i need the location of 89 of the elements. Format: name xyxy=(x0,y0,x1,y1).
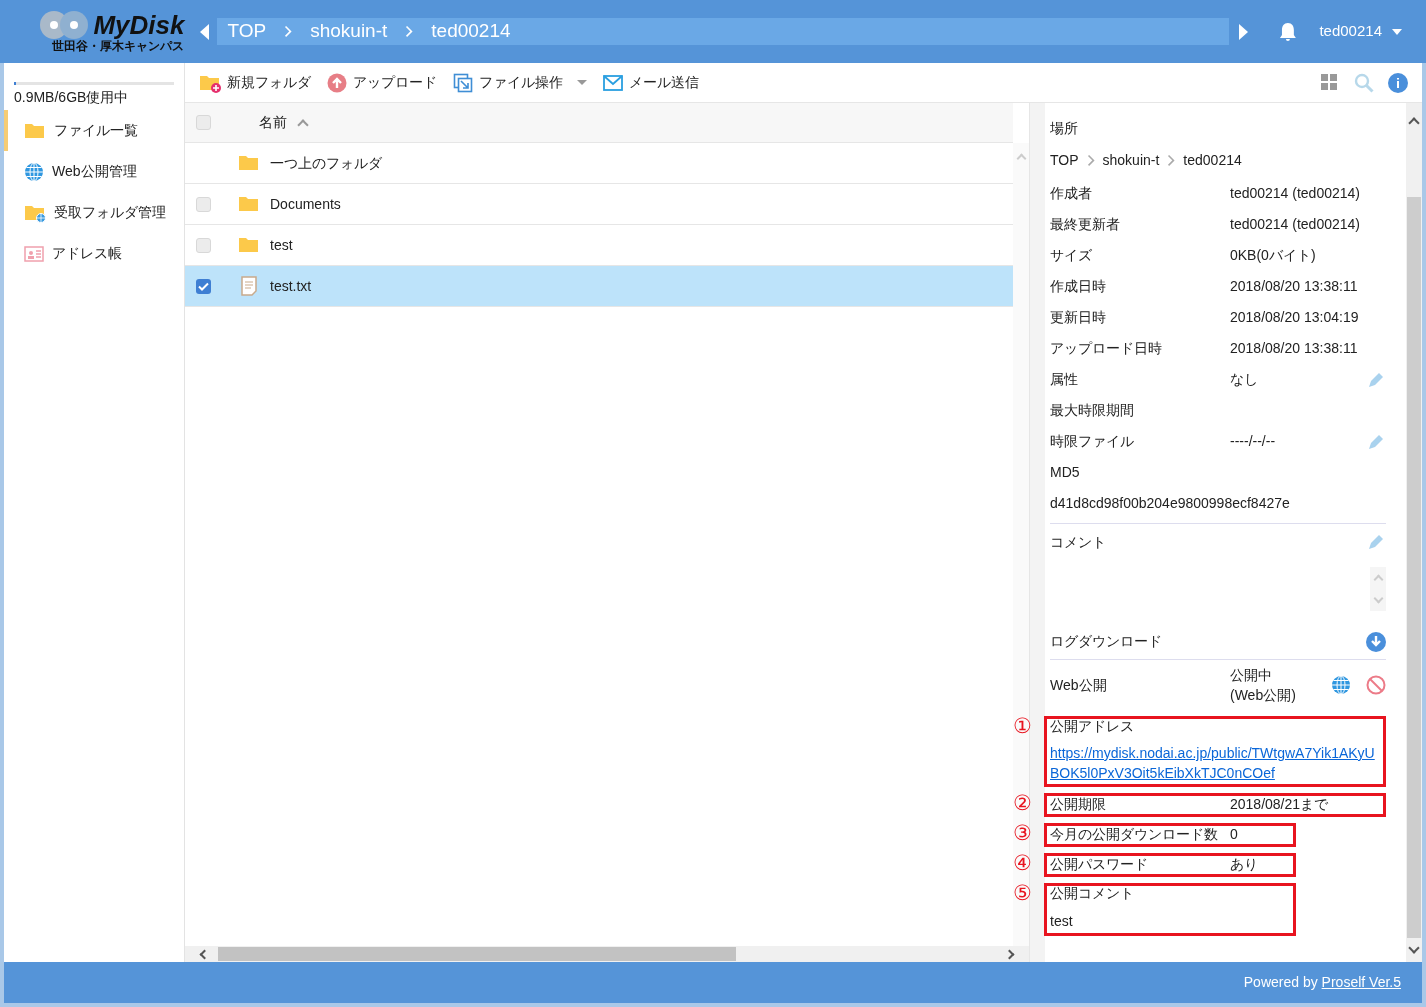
detail-label: ログダウンロード xyxy=(1050,632,1162,651)
location-link[interactable]: ted00214 xyxy=(1183,150,1242,171)
chevron-icon xyxy=(405,25,414,38)
toolbar-button[interactable]: アップロード xyxy=(327,72,437,93)
contact-card-icon xyxy=(24,245,44,262)
logo-subtitle: 世田谷・厚木キャンパス xyxy=(52,40,185,53)
detail-value: 2018/08/21まで xyxy=(1230,795,1329,814)
detail-label: 最終更新者 xyxy=(1050,215,1121,234)
caret-icon xyxy=(577,80,587,85)
toolbar-button[interactable]: ファイル操作 xyxy=(453,72,587,93)
detail-value: 2018/08/20 13:38:11 xyxy=(1230,339,1358,358)
circled-number: ② xyxy=(1013,792,1032,813)
detail-value: 2018/08/20 13:04:19 xyxy=(1230,308,1359,327)
pencil-icon[interactable] xyxy=(1366,532,1386,552)
detail-value: ----/--/-- xyxy=(1230,432,1276,451)
bell-icon[interactable] xyxy=(1277,21,1298,42)
folder-icon xyxy=(238,235,260,255)
sidebar-item[interactable]: Web公開管理 xyxy=(4,151,184,192)
file-name[interactable]: test xyxy=(270,234,293,256)
detail-label: 公開コメント xyxy=(1050,886,1135,900)
detail-label: アップロード日時 xyxy=(1050,339,1163,358)
circled-number: ① xyxy=(1013,715,1032,736)
folder-icon xyxy=(238,194,260,214)
detail-label: MD5 xyxy=(1050,463,1081,482)
text-file-icon xyxy=(240,276,258,296)
chevron-icon xyxy=(1086,154,1095,167)
md5-hash: d41d8cd98f00b204e9800998ecf8427e xyxy=(1050,494,1291,513)
detail-label: 属性 xyxy=(1050,370,1079,389)
comment-scroll-control[interactable] xyxy=(1370,567,1386,611)
circled-number: ④ xyxy=(1013,852,1032,873)
detail-value: test xyxy=(1050,912,1074,931)
circled-number: ③ xyxy=(1013,822,1032,843)
file-operation-icon xyxy=(453,72,473,93)
circled-number: ⑤ xyxy=(1013,882,1032,903)
scrollbar[interactable] xyxy=(1013,143,1029,946)
detail-label: コメント xyxy=(1050,532,1106,552)
checkbox[interactable] xyxy=(196,196,211,212)
detail-value: ted00214 (ted00214) xyxy=(1230,184,1360,203)
location-link[interactable]: shokuin-t xyxy=(1102,150,1160,171)
chevron-icon xyxy=(284,25,293,38)
detail-label: 時限ファイル xyxy=(1050,432,1135,451)
detail-value: ted00214 (ted00214) xyxy=(1230,215,1360,234)
search-icon[interactable] xyxy=(1354,72,1374,93)
detail-label: 公開パスワード xyxy=(1050,855,1149,874)
detail-label: 作成日時 xyxy=(1050,277,1107,296)
chevron-icon xyxy=(1167,154,1176,167)
location-link[interactable]: TOP xyxy=(1050,150,1079,171)
detail-label: サイズ xyxy=(1050,246,1093,265)
checkbox[interactable] xyxy=(196,115,211,130)
detail-label: 最大時限期間 xyxy=(1050,401,1135,420)
detail-value: 0 xyxy=(1230,825,1238,844)
detail-label: 今月の公開ダウンロード数 xyxy=(1050,825,1219,844)
detail-label: 作成者 xyxy=(1050,184,1093,203)
checkbox[interactable] xyxy=(196,278,211,294)
column-header[interactable]: 名前 xyxy=(259,112,287,133)
toolbar-button[interactable]: メール送信 xyxy=(603,72,699,93)
folder-icon xyxy=(238,153,260,173)
file-name[interactable]: 一つ上のフォルダ xyxy=(270,152,382,174)
logo-title: MyDisk xyxy=(93,12,185,38)
checkbox[interactable] xyxy=(196,237,211,253)
detail-label: Web公開 xyxy=(1050,675,1108,695)
detail-label: 公開アドレス xyxy=(1050,719,1135,736)
toolbar-button[interactable]: 新規フォルダ xyxy=(199,72,311,93)
globe-icon xyxy=(1331,675,1351,695)
forward-arrow-icon[interactable] xyxy=(1238,23,1248,40)
public-url-link[interactable]: https://mydisk.nodai.ac.jp/public/TWtgwA7Yik1AKyUBOK5l0PxV3Oit5kEibXkTJC0nCOef xyxy=(1050,743,1383,783)
detail-label: 更新日時 xyxy=(1050,308,1107,327)
detail-value: あり xyxy=(1230,855,1258,874)
detail-value: 公開中 (Web公開) xyxy=(1230,666,1296,705)
mail-icon xyxy=(603,74,623,91)
stop-icon[interactable] xyxy=(1366,675,1386,695)
footer-text: Powered by xyxy=(1243,973,1319,992)
detail-value: なし xyxy=(1230,370,1258,389)
usage-text: 0.9MB/6GB使用中 xyxy=(14,88,130,107)
detail-label: 公開期限 xyxy=(1050,795,1107,814)
detail-label: 場所 xyxy=(1050,118,1079,138)
sidebar-item[interactable]: 受取フォルダ管理 xyxy=(4,192,184,233)
sidebar-item[interactable]: アドレス帳 xyxy=(4,233,184,274)
detail-value: 0KB(0バイト) xyxy=(1230,246,1316,265)
globe-icon xyxy=(24,161,44,182)
download-icon[interactable] xyxy=(1366,631,1386,652)
grid-view-icon[interactable] xyxy=(1321,74,1338,91)
file-row[interactable]: test.txt xyxy=(185,266,1013,307)
info-icon[interactable] xyxy=(1388,72,1408,93)
file-name[interactable]: Documents xyxy=(270,193,341,215)
horizontal-scrollbar[interactable] xyxy=(185,946,1029,962)
file-name[interactable]: test.txt xyxy=(270,275,312,297)
upload-icon xyxy=(327,72,347,93)
detail-value: 2018/08/20 13:38:11 xyxy=(1230,277,1358,296)
